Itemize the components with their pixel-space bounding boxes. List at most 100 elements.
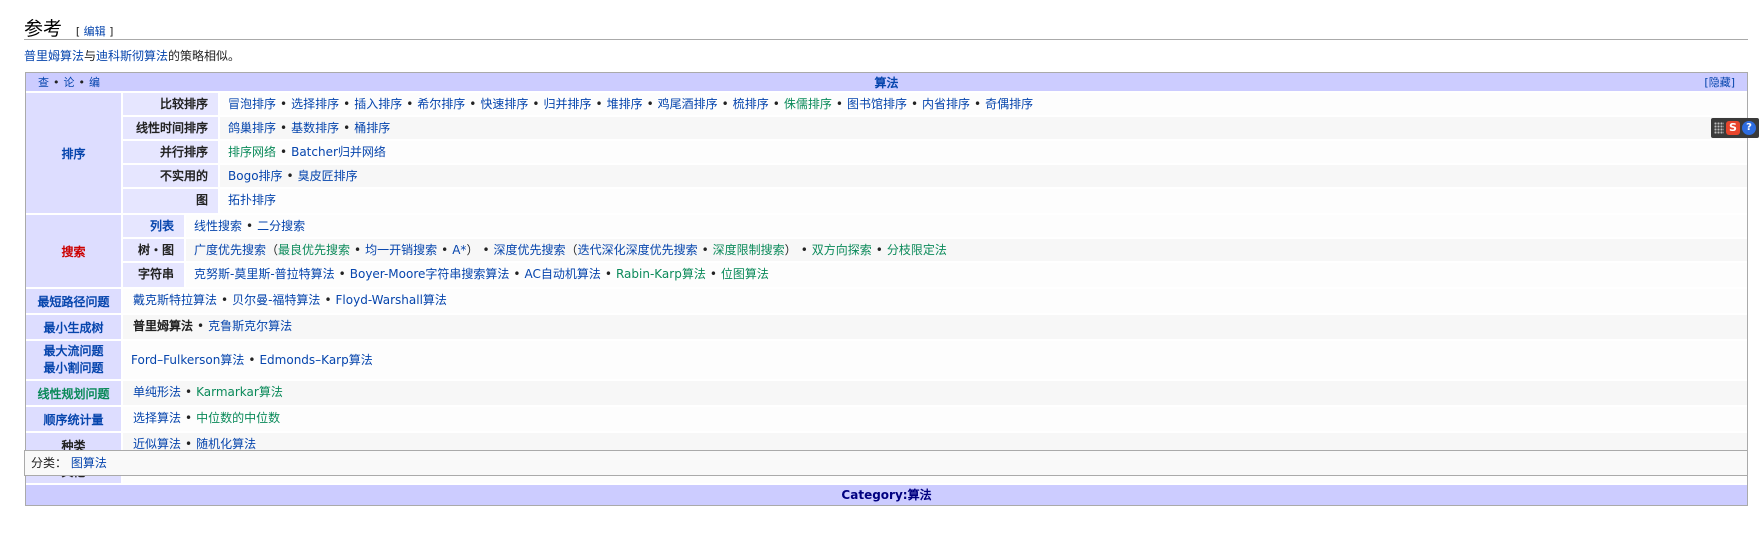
list-link[interactable]: 列表 — [150, 219, 174, 233]
intro-mid-text: 与 — [84, 49, 97, 63]
algorithm-link[interactable]: AC自动机算法 — [524, 267, 600, 281]
algorithm-link[interactable]: 戴克斯特拉算法 — [133, 293, 217, 307]
astar-link[interactable]: A* — [452, 243, 466, 257]
algorithm-link[interactable]: Bogo排序 — [228, 169, 283, 183]
category-link[interactable]: Category:算法 — [841, 488, 931, 502]
maxflow-items: Ford–Fulkerson算法 • Edmonds–Karp算法 — [131, 353, 373, 367]
algorithm-link[interactable]: Boyer-Moore字符串搜索算法 — [350, 267, 510, 281]
navbox-vte: 查 • 论 • 编 — [38, 76, 100, 89]
dfs-link[interactable]: 深度优先搜索 — [494, 243, 566, 257]
help-icon[interactable]: ? — [1742, 121, 1756, 135]
category-item-link[interactable]: 图算法 — [71, 456, 107, 470]
group-shortest-path: 最短路径问题 戴克斯特拉算法 • 贝尔曼-福特算法 • Floyd-Warshall算法 — [26, 289, 1747, 315]
algorithm-link[interactable]: 梳排序 — [733, 97, 769, 111]
algorithm-link[interactable]: 中位数的中位数 — [196, 411, 280, 425]
algorithm-link[interactable]: 克努斯-莫里斯-普拉特算法 — [194, 267, 335, 281]
search-list-items: 线性搜索 • 二分搜索 — [194, 219, 306, 233]
algorithm-link[interactable]: 臭皮匠排序 — [298, 169, 358, 183]
vte-view-link[interactable]: 查 — [38, 76, 49, 89]
algorithm-link[interactable]: 堆排序 — [607, 97, 643, 111]
algorithm-link[interactable]: 快速排序 — [480, 97, 528, 111]
bidir-link[interactable]: 双方向探索 — [812, 243, 872, 257]
intro-link-prim[interactable]: 普里姆算法 — [24, 49, 84, 63]
algorithm-link[interactable]: 归并排序 — [543, 97, 591, 111]
algorithm-link[interactable]: 插入排序 — [354, 97, 402, 111]
intro-link-dijkstra[interactable]: 迪科斯彻算法 — [96, 49, 168, 63]
navbox-header: 查 • 论 • 编 算法 [隐藏] — [26, 73, 1747, 93]
mst-link[interactable]: 最小生成树 — [43, 319, 103, 336]
search-tree-items: 广度优先搜索（最良优先搜索 • 均一开销搜索 • A*） • 深度优先搜索（迭代深化深度优先… — [186, 239, 1747, 261]
group-search-label: 搜索 — [26, 215, 123, 287]
algorithm-link[interactable]: 希尔排序 — [417, 97, 465, 111]
algorithm-link[interactable]: Rabin-Karp算法 — [616, 267, 706, 281]
sorting-row-label-text: 线性时间排序 — [135, 121, 208, 135]
algorithm-link[interactable]: 基数排序 — [291, 121, 339, 135]
algorithm-link[interactable]: Edmonds–Karp算法 — [259, 353, 372, 367]
bfs-link[interactable]: 广度优先搜索 — [194, 243, 266, 257]
algorithm-link[interactable]: 冒泡排序 — [228, 97, 276, 111]
algorithm-link[interactable]: 单纯形法 — [133, 385, 181, 399]
algorithm-link[interactable]: 贝尔曼-福特算法 — [232, 293, 320, 307]
algorithm-link[interactable]: 侏儒排序 — [784, 97, 832, 111]
algorithm-link[interactable]: 排序网络 — [228, 145, 276, 159]
algorithm-link[interactable]: 奇偶排序 — [985, 97, 1033, 111]
shortest-path-link[interactable]: 最短路径问题 — [37, 293, 109, 310]
algorithm-link[interactable]: 选择算法 — [133, 411, 181, 425]
tree-graph-label: 树・图 — [137, 243, 174, 257]
sorting-row: 图 拓扑排序 — [123, 189, 1747, 213]
algorithm-link[interactable]: 内省排序 — [922, 97, 970, 111]
mincut-link[interactable]: 最小割问题 — [43, 360, 103, 377]
order-stats-link[interactable]: 顺序统计量 — [43, 411, 103, 428]
vte-talk-link[interactable]: 论 — [64, 76, 75, 89]
ucs-link[interactable]: 均一开销搜索 — [365, 243, 437, 257]
algorithm-link[interactable]: 二分搜索 — [257, 219, 305, 233]
search-row-tree: 树・图 广度优先搜索（最良优先搜索 • 均一开销搜索 • A*） • 深度优先搜索（迭代深化… — [123, 239, 1747, 263]
sogou-logo-icon[interactable]: S — [1726, 121, 1740, 135]
algorithm-link[interactable]: 线性搜索 — [194, 219, 242, 233]
algorithm-link[interactable]: Ford–Fulkerson算法 — [131, 353, 244, 367]
search-string-items: 克努斯-莫里斯-普拉特算法 • Boyer-Moore字符串搜索算法 • AC自动机算法… — [194, 267, 769, 281]
section-heading: 参考 [ 编辑 ] — [24, 14, 1748, 40]
maxflow-link[interactable]: 最大流问题 — [43, 343, 103, 360]
sorting-subrows: 比较排序 冒泡排序 • 选择排序 • 插入排序 • 希尔排序 • 快速排序 • 归并排序 • 堆排序 • 鸡尾… — [123, 93, 1747, 213]
algorithm-link[interactable]: Karmarkar算法 — [196, 385, 283, 399]
algorithm-link[interactable]: 图书馆排序 — [847, 97, 907, 111]
shortest-path-items: 戴克斯特拉算法 • 贝尔曼-福特算法 • Floyd-Warshall算法 — [133, 293, 447, 307]
vte-edit-link[interactable]: 编 — [89, 76, 100, 89]
algorithm-link[interactable]: 桶排序 — [354, 121, 390, 135]
dls-link[interactable]: 深度限制搜索 — [713, 243, 785, 257]
mst-current-article: 普里姆算法 — [133, 319, 194, 333]
algorithm-link[interactable]: 随机化算法 — [196, 437, 256, 451]
navbox-hide-toggle[interactable]: [隐藏] — [1704, 73, 1735, 93]
algorithm-link[interactable]: 位图算法 — [721, 267, 769, 281]
search-list-label: 列表 — [123, 215, 186, 237]
bnb-link[interactable]: 分枝限定法 — [887, 243, 947, 257]
input-method-widget[interactable]: S ? — [1711, 118, 1759, 138]
grip-icon[interactable] — [1714, 122, 1724, 134]
sorting-row-label-text: 图 — [195, 193, 208, 207]
best-first-link[interactable]: 最良优先搜索 — [278, 243, 350, 257]
algorithm-link[interactable]: 近似算法 — [133, 437, 181, 451]
lp-link[interactable]: 线性规划问题 — [37, 385, 109, 402]
edit-link[interactable]: 编辑 — [84, 25, 106, 38]
mst-label: 最小生成树 — [26, 315, 123, 339]
order-stats-items: 选择算法 • 中位数的中位数 — [133, 411, 281, 425]
sorting-link[interactable]: 排序 — [61, 145, 85, 162]
algorithm-link[interactable]: Floyd-Warshall算法 — [336, 293, 447, 307]
algorithm-link[interactable]: 克鲁斯克尔算法 — [208, 319, 292, 333]
group-mst: 最小生成树 普里姆算法 • 克鲁斯克尔算法 — [26, 315, 1747, 341]
algorithm-link[interactable]: 拓扑排序 — [228, 193, 276, 207]
paren-open-2: （ — [565, 243, 578, 257]
algorithm-link[interactable]: 鸡尾酒排序 — [658, 97, 718, 111]
navbox-title[interactable]: 算法 — [874, 76, 898, 90]
iddfs-link[interactable]: 迭代深化深度优先搜索 — [578, 243, 698, 257]
category-bar: 分类： 图算法 — [24, 450, 1748, 476]
sorting-row-label-text: 并行排序 — [159, 145, 208, 159]
algorithm-link[interactable]: Batcher归并网络 — [291, 145, 386, 159]
algorithm-link[interactable]: 鸽巢排序 — [228, 121, 276, 135]
search-link[interactable]: 搜索 — [61, 243, 85, 260]
lp-items: 单纯形法 • Karmarkar算法 — [123, 381, 1747, 405]
group-search: 搜索 列表 线性搜索 • 二分搜索 树・图 广度优先搜索（最良优先搜索 • 均一开销搜索… — [26, 215, 1747, 289]
algorithm-link[interactable]: 选择排序 — [291, 97, 339, 111]
intro-tail-text: 的策略相似。 — [168, 49, 241, 63]
